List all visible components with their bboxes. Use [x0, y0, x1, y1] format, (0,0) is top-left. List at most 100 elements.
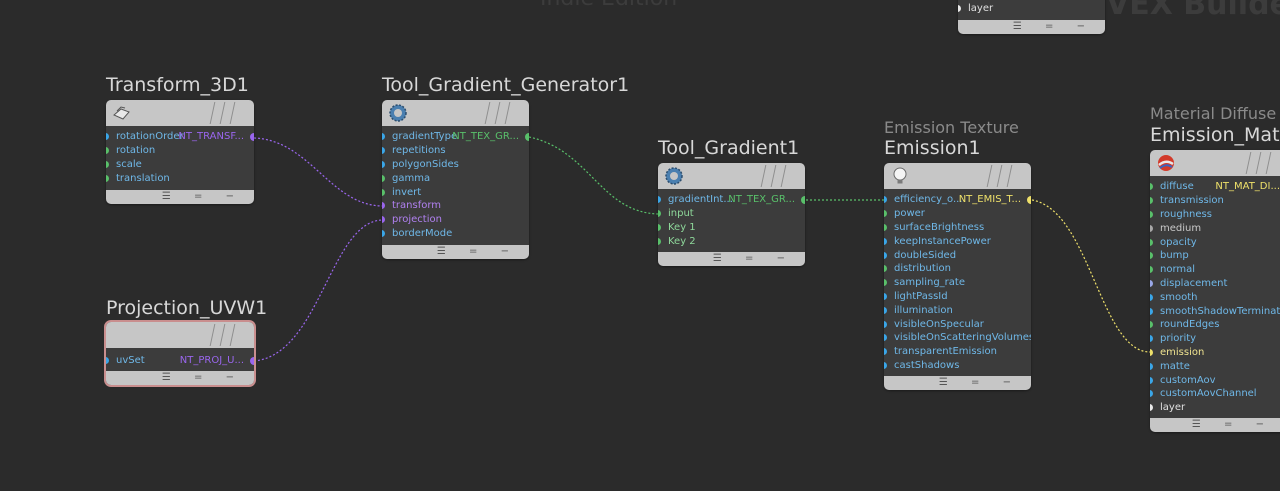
port-dot[interactable] [106, 160, 109, 168]
port-dot[interactable] [106, 174, 109, 182]
port-dot[interactable] [884, 196, 887, 204]
port-dot[interactable] [1150, 335, 1153, 343]
port-row[interactable]: emission [1150, 346, 1280, 360]
port-dot[interactable] [884, 334, 887, 342]
port-row[interactable]: power [884, 207, 1031, 221]
port-row[interactable]: bump [1150, 249, 1280, 263]
port-row[interactable]: diffuse NT_MAT_DI... [1150, 180, 1280, 194]
port-row[interactable]: Key 2 [658, 234, 805, 248]
port-row[interactable]: displacement [1150, 277, 1280, 291]
emission-node[interactable]: efficiency_o... NT_EMIS_T... power surfaceB… [884, 163, 1031, 390]
wire-generator-to-gradient[interactable] [528, 136, 659, 215]
port-row[interactable]: smoothShadowTerminator [1150, 304, 1280, 318]
port-row[interactable]: rotationOrder NT_TRANSF... [106, 130, 254, 144]
output-port-dot[interactable] [525, 132, 529, 141]
network-editor-canvas[interactable]: Indie Edition VEX Builder layer ☰ = − Tr… [0, 0, 1280, 491]
port-dot[interactable] [1150, 266, 1153, 274]
port-dot[interactable] [884, 210, 887, 218]
port-row[interactable]: gamma [382, 171, 529, 185]
port-dot[interactable] [658, 223, 661, 231]
port-row[interactable]: illumination [884, 303, 1031, 317]
port-dot[interactable] [1150, 238, 1153, 246]
node-controls[interactable]: ☰ = − [162, 371, 244, 385]
port-row[interactable]: repetitions [382, 144, 529, 158]
port-dot[interactable] [658, 237, 661, 245]
node-controls[interactable]: ☰ = − [1192, 418, 1274, 432]
port-dot[interactable] [1150, 183, 1153, 191]
port-dot[interactable] [382, 133, 385, 141]
port-dot[interactable] [382, 229, 385, 237]
port-row[interactable]: opacity [1150, 235, 1280, 249]
port-dot[interactable] [106, 357, 109, 365]
output-port-dot[interactable] [801, 195, 805, 204]
wire-projection-to-generator[interactable] [253, 219, 383, 362]
port-dot[interactable] [1150, 197, 1153, 205]
transform-3d-node[interactable]: rotationOrder NT_TRANSF... rotation scale tr… [106, 100, 254, 204]
port-dot[interactable] [1150, 307, 1153, 315]
port-dot[interactable] [658, 210, 661, 218]
port-dot[interactable] [382, 174, 385, 182]
port-dot[interactable] [884, 251, 887, 259]
port-dot[interactable] [884, 361, 887, 369]
port-row[interactable]: uvSet NT_PROJ_U... [106, 354, 254, 368]
port-row[interactable]: priority [1150, 332, 1280, 346]
port-row[interactable]: translation [106, 171, 254, 185]
port-dot[interactable] [1150, 210, 1153, 218]
port-dot[interactable] [884, 223, 887, 231]
port-row[interactable]: polygonSides [382, 158, 529, 172]
gradient-generator-node[interactable]: gradientType NT_TEX_GR... repetitions polyg… [382, 100, 529, 259]
port-dot[interactable] [1150, 348, 1153, 356]
port-dot[interactable] [382, 160, 385, 168]
material-diffuse-node[interactable]: diffuse NT_MAT_DI... transmission roughness… [1150, 150, 1280, 432]
port-dot[interactable] [106, 147, 109, 155]
port-row[interactable]: borderMode [382, 227, 529, 241]
gradient-node[interactable]: gradientInt... NT_TEX_GR... input Key 1 Key … [658, 163, 805, 266]
port-row[interactable]: castShadows [884, 359, 1031, 373]
port-row[interactable]: distribution [884, 262, 1031, 276]
port-dot[interactable] [1150, 404, 1153, 412]
port-row[interactable]: gradientType NT_TEX_GR... [382, 130, 529, 144]
port-dot[interactable] [884, 237, 887, 245]
port-dot[interactable] [658, 196, 661, 204]
port-dot[interactable] [1150, 252, 1153, 260]
port-row[interactable]: customAovChannel [1150, 387, 1280, 401]
port-dot[interactable] [382, 188, 385, 196]
port-row[interactable]: lightPassId [884, 290, 1031, 304]
wire-emission-to-material[interactable] [1031, 199, 1151, 353]
port-row[interactable]: invert [382, 185, 529, 199]
port-dot[interactable] [884, 265, 887, 273]
projection-uvw-node[interactable]: uvSet NT_PROJ_U... ☰ = − [104, 320, 256, 387]
node-controls[interactable]: ☰ = − [1013, 20, 1095, 34]
port-row[interactable]: sampling_rate [884, 276, 1031, 290]
port-row[interactable]: visibleOnSpecular [884, 317, 1031, 331]
port-row[interactable]: efficiency_o... NT_EMIS_T... [884, 193, 1031, 207]
port-dot[interactable] [884, 320, 887, 328]
port-dot[interactable] [958, 5, 961, 13]
port-dot[interactable] [1150, 224, 1153, 232]
port-dot[interactable] [1150, 293, 1153, 301]
port-dot[interactable] [884, 306, 887, 314]
port-row[interactable]: transmission [1150, 194, 1280, 208]
port-dot[interactable] [106, 133, 109, 141]
port-dot[interactable] [382, 202, 385, 210]
output-port-dot[interactable] [1027, 195, 1031, 204]
port-row[interactable]: keepInstancePower [884, 234, 1031, 248]
port-dot[interactable] [884, 279, 887, 287]
port-row[interactable]: transform [382, 199, 529, 213]
port-dot[interactable] [1150, 362, 1153, 370]
port-row[interactable]: scale [106, 158, 254, 172]
port-dot[interactable] [1150, 376, 1153, 384]
node-controls[interactable]: ☰ = − [713, 252, 795, 266]
port-row[interactable]: projection [382, 213, 529, 227]
port-dot[interactable] [382, 216, 385, 224]
port-row[interactable]: visibleOnScatteringVolumes [884, 331, 1031, 345]
node-controls[interactable]: ☰ = − [437, 245, 519, 259]
top-node[interactable]: layer ☰ = − [958, 0, 1105, 34]
port-dot[interactable] [884, 292, 887, 300]
wire-transform-to-generator[interactable] [253, 137, 383, 207]
node-controls[interactable]: ☰ = − [162, 190, 244, 204]
port-row[interactable]: matte [1150, 359, 1280, 373]
port-row[interactable]: doubleSided [884, 248, 1031, 262]
port-row[interactable]: surfaceBrightness [884, 221, 1031, 235]
node-controls[interactable]: ☰ = − [939, 376, 1021, 390]
